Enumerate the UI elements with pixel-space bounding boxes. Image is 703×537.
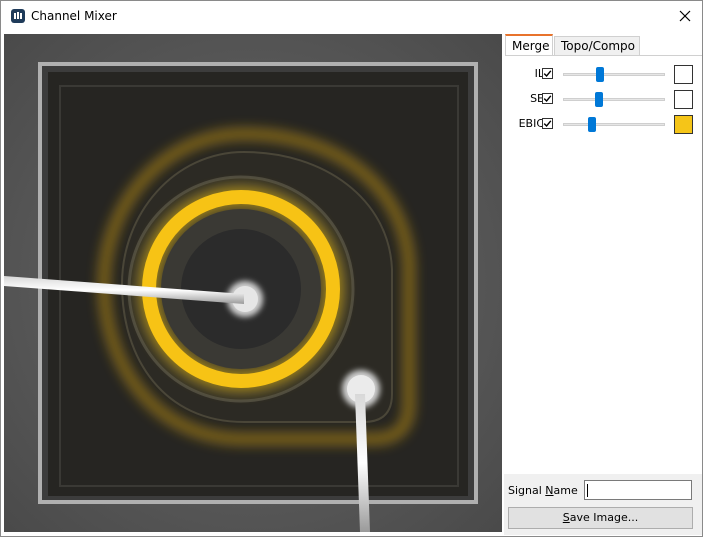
text-caret <box>587 484 588 497</box>
channel-color-swatch-il[interactable] <box>674 65 693 84</box>
sem-ebic-merged-image <box>4 34 502 532</box>
channel-checkbox-il[interactable] <box>542 68 553 79</box>
title-bar: Channel Mixer <box>1 1 702 31</box>
channel-label: EBIC <box>518 117 544 130</box>
channel-checkbox-se[interactable] <box>542 93 553 104</box>
channel-slider-track[interactable] <box>563 123 665 126</box>
channel-slider-track[interactable] <box>563 98 665 101</box>
checkmark-icon <box>543 95 552 103</box>
channel-mixer-app-icon <box>11 9 25 23</box>
channel-checkbox-ebic[interactable] <box>542 118 553 129</box>
tab-merge[interactable]: Merge <box>505 34 553 56</box>
merged-image-view[interactable] <box>4 34 502 532</box>
signal-footer: Signal Name Save Image... <box>504 474 702 535</box>
channel-color-swatch-ebic[interactable] <box>674 115 693 134</box>
tab-topo-compo[interactable]: Topo/Compo <box>554 36 640 55</box>
signal-name-input[interactable] <box>584 480 692 500</box>
channel-row-il: IL <box>504 64 702 86</box>
channel-slider-il[interactable] <box>595 67 604 82</box>
tab-divider <box>506 55 702 56</box>
close-icon <box>679 10 691 22</box>
channel-row-se: SE <box>504 89 702 111</box>
window-title: Channel Mixer <box>31 9 117 23</box>
tab-bar: Merge Topo/Compo <box>505 34 702 56</box>
close-button[interactable] <box>672 3 698 29</box>
save-image-button[interactable]: Save Image... <box>508 507 693 529</box>
signal-name-label: Signal Name <box>508 484 578 497</box>
channel-color-swatch-se[interactable] <box>674 90 693 109</box>
checkmark-icon <box>543 120 552 128</box>
channel-slider-ebic[interactable] <box>588 117 597 132</box>
channel-mixer-window: Channel Mixer Merge Topo/Compo IL SE EBI… <box>0 0 703 537</box>
channel-slider-track[interactable] <box>563 73 665 76</box>
checkmark-icon <box>543 70 552 78</box>
channel-slider-se[interactable] <box>594 92 603 107</box>
channel-row-ebic: EBIC <box>504 114 702 136</box>
mixer-panel: Merge Topo/Compo IL SE EBIC Signal Name … <box>504 34 702 535</box>
